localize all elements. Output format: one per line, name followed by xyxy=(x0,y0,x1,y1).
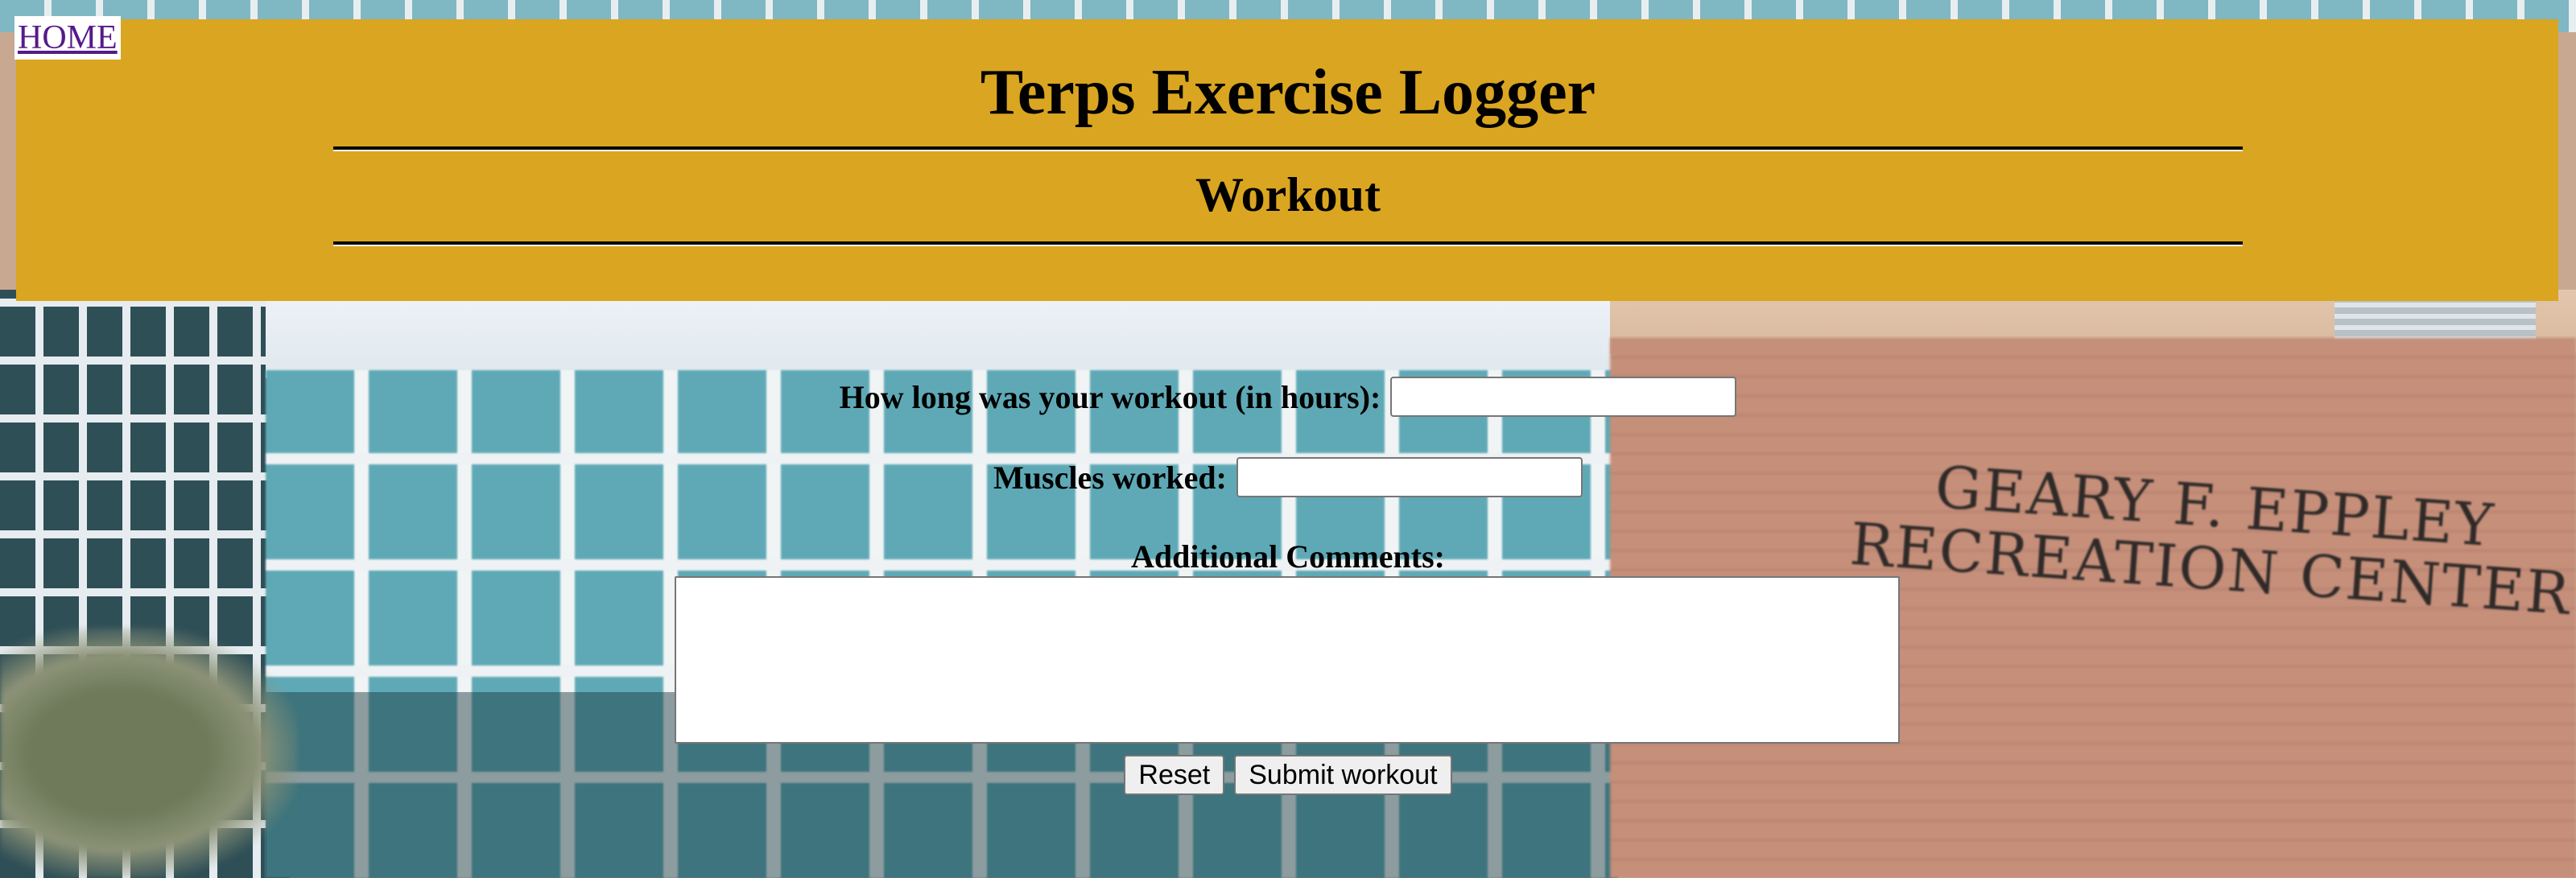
background-sky xyxy=(266,290,1618,378)
reset-button[interactable]: Reset xyxy=(1124,755,1225,795)
title-divider-top xyxy=(333,146,2243,151)
page-title: Terps Exercise Logger xyxy=(980,57,1596,128)
comments-label: Additional Comments: xyxy=(1130,538,1446,575)
comments-textarea[interactable] xyxy=(675,576,1900,744)
duration-input[interactable] xyxy=(1390,377,1737,417)
duration-label: How long was your workout (in hours): xyxy=(839,378,1381,415)
background-tree xyxy=(0,628,298,878)
muscles-label: Muscles worked: xyxy=(993,459,1227,496)
form-buttons: Reset Submit workout xyxy=(0,755,2576,795)
submit-workout-button[interactable]: Submit workout xyxy=(1234,755,1452,795)
duration-row: How long was your workout (in hours): xyxy=(0,377,2576,417)
title-divider-bottom xyxy=(333,241,2243,246)
page-subtitle: Workout xyxy=(1195,168,1381,221)
muscles-row: Muscles worked: xyxy=(0,457,2576,497)
muscles-input[interactable] xyxy=(1236,457,1583,497)
home-link[interactable]: HOME xyxy=(14,16,121,60)
